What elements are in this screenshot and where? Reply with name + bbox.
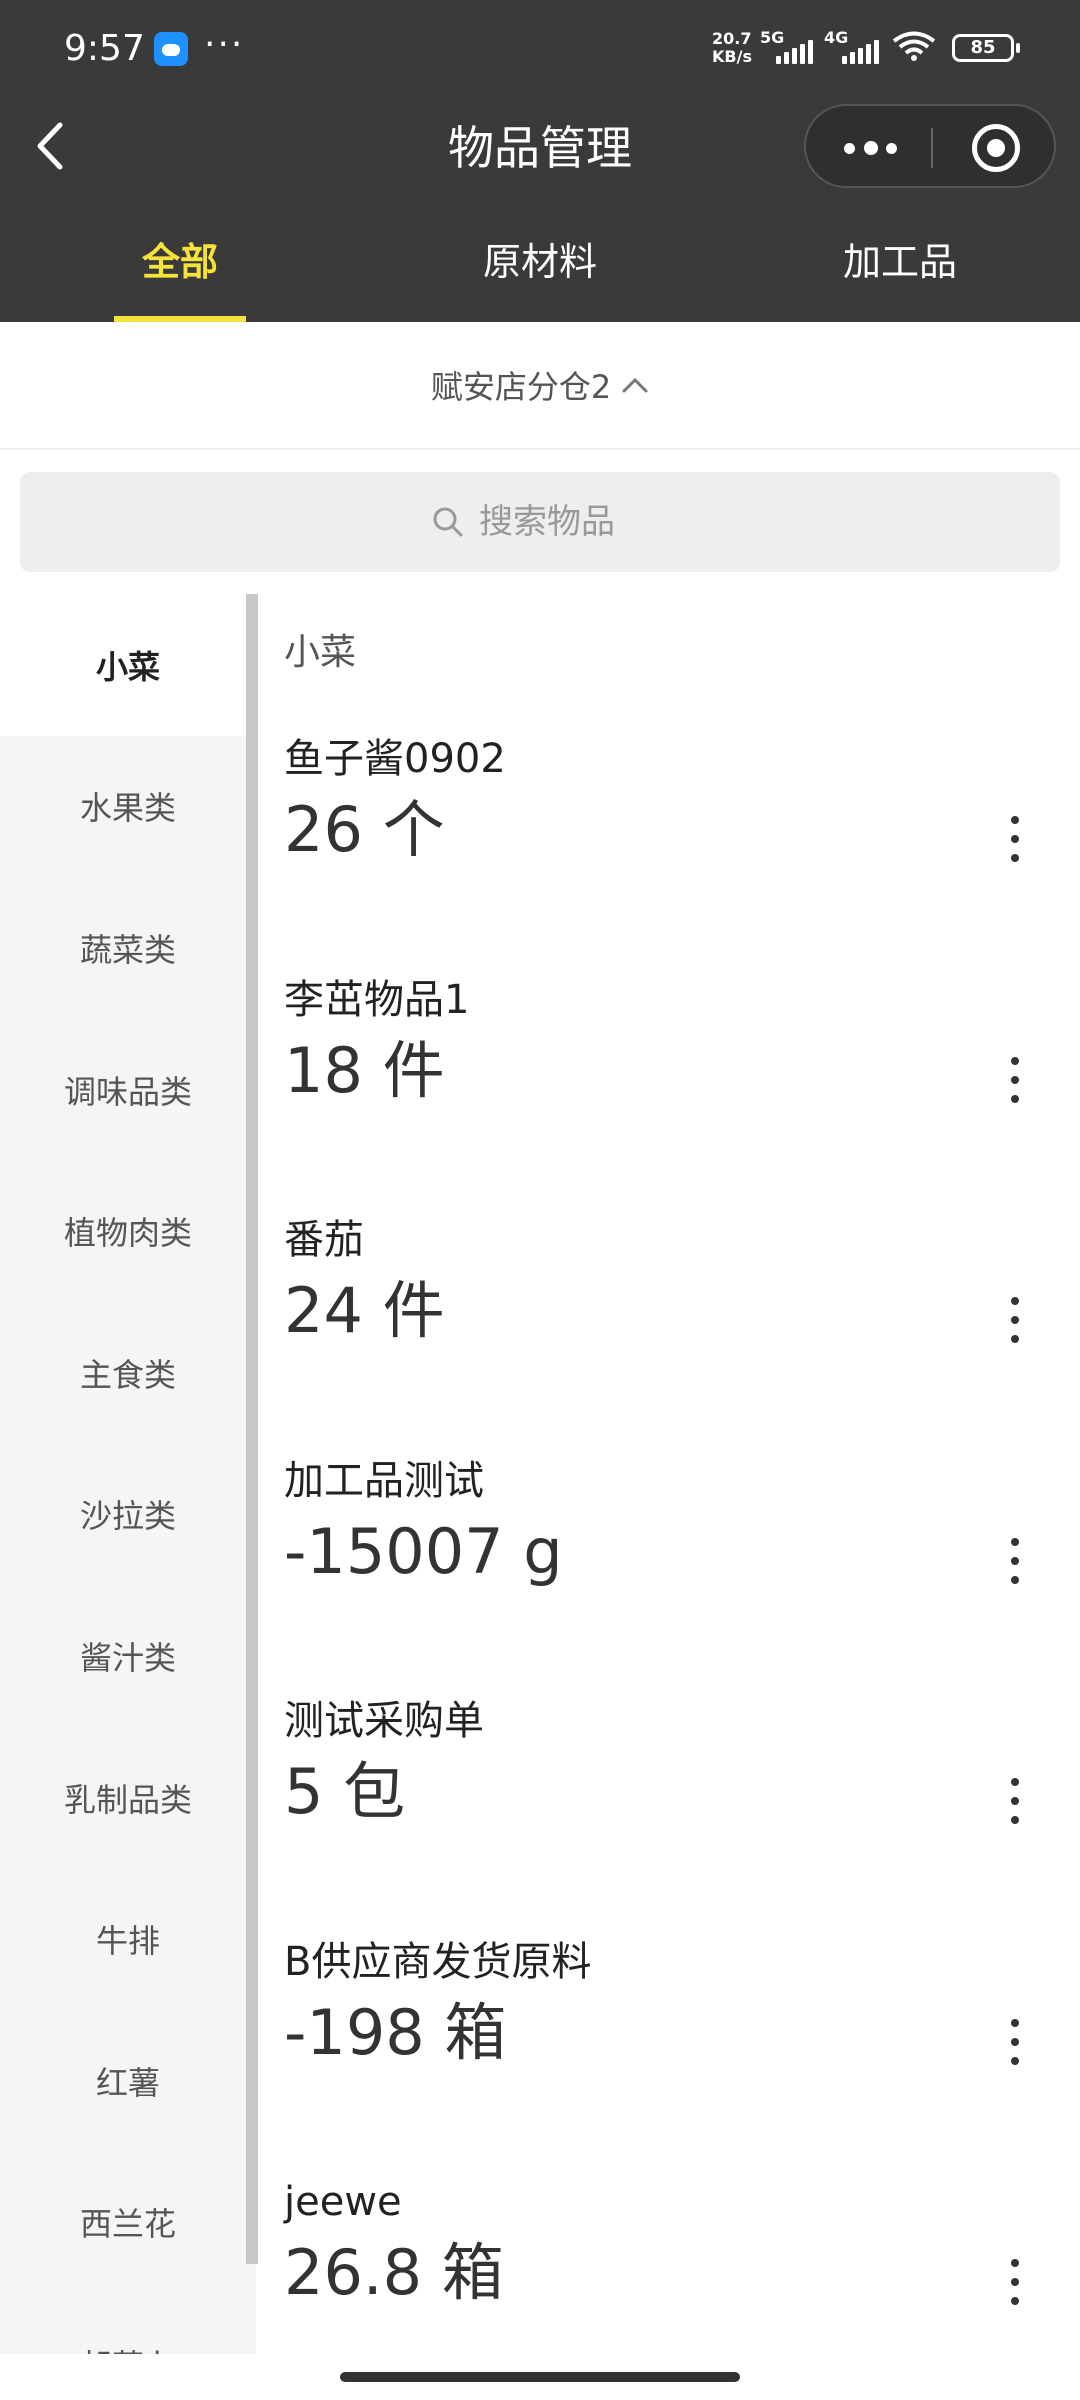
net-speed: 20.7 KB/s — [712, 30, 752, 66]
capsule-divider — [931, 128, 933, 168]
item-more-icon[interactable] — [1008, 1778, 1022, 1824]
item-quantity: 5 包 — [284, 1755, 406, 1828]
item-quantity: -198 箱 — [284, 1995, 507, 2069]
item-name: 番茄 — [284, 1217, 364, 1263]
sidebar-item-plant-meat[interactable]: 植物肉类 — [0, 1160, 256, 1302]
sidebar-item-dairy[interactable]: 乳制品类 — [0, 1727, 256, 1869]
item-list: 小菜 鱼子酱0902 26 个 李茁物品1 18 件 番茄 24 件 加工品测试… — [258, 594, 1080, 2354]
item-more-icon[interactable] — [1008, 1537, 1022, 1584]
search-input[interactable] — [479, 502, 649, 542]
signal-bars-icon-2 — [842, 40, 882, 64]
tab-raw-materials[interactable]: 原材料 — [360, 222, 720, 322]
list-item[interactable]: jeewe 26.8 箱 — [258, 2147, 1080, 2354]
status-time: 9:57 — [64, 28, 145, 69]
cloud-app-icon — [154, 32, 188, 66]
battery-indicator: 85 — [952, 34, 1020, 62]
warehouse-label: 赋安店分仓2 — [430, 368, 612, 406]
category-tabs: 全部 原材料 加工品 — [0, 222, 1080, 322]
sidebar-item-seasonings[interactable]: 调味品类 — [0, 1019, 256, 1161]
sidebar-item-broccoli[interactable]: 西兰花 — [0, 2152, 256, 2294]
net-speed-unit: KB/s — [712, 47, 752, 66]
status-bar: 9:57 ··· 20.7 KB/s 5G 4G 85 — [0, 0, 1080, 100]
item-quantity: 26 个 — [284, 793, 445, 866]
sidebar-item-vegetables[interactable]: 蔬菜类 — [0, 877, 256, 1019]
search-bar[interactable] — [20, 472, 1060, 572]
item-more-icon[interactable] — [1008, 2018, 1022, 2065]
home-indicator[interactable] — [340, 2372, 740, 2382]
sidebar-item-sauces[interactable]: 酱汁类 — [0, 1585, 256, 1727]
item-name: jeewe — [284, 2179, 402, 2225]
list-item[interactable]: 李茁物品1 18 件 — [258, 945, 1080, 1186]
list-section-title: 小菜 — [284, 632, 357, 673]
signal-bars-icon — [776, 40, 816, 64]
item-name: 加工品测试 — [284, 1457, 484, 1504]
miniprogram-capsule — [804, 104, 1056, 188]
item-quantity: 18 件 — [284, 1033, 445, 1107]
chevron-up-icon — [622, 377, 648, 393]
close-miniprogram-button[interactable] — [972, 124, 1020, 172]
tab-processed-goods[interactable]: 加工品 — [720, 222, 1080, 322]
sidebar-item-salads[interactable]: 沙拉类 — [0, 1444, 256, 1586]
list-item[interactable]: 加工品测试 -15007 g — [258, 1426, 1080, 1667]
item-quantity: 26.8 箱 — [284, 2236, 504, 2309]
tab-all[interactable]: 全部 — [0, 222, 360, 322]
sidebar-item-sweet-potato[interactable]: 红薯 — [0, 2010, 256, 2152]
list-item[interactable]: 番茄 24 件 — [258, 1185, 1080, 1426]
wifi-icon — [892, 31, 936, 61]
item-more-icon[interactable] — [1008, 2259, 1022, 2305]
item-name: 测试采购单 — [284, 1698, 484, 1744]
warehouse-selector[interactable]: 赋安店分仓2 — [0, 322, 1080, 450]
sidebar-item-staples[interactable]: 主食类 — [0, 1302, 256, 1444]
item-more-icon[interactable] — [1008, 1056, 1022, 1103]
item-name: B供应商发货原料 — [284, 1938, 592, 1985]
sidebar-scrollbar[interactable] — [246, 594, 258, 2264]
item-name: 鱼子酱0902 — [284, 736, 506, 782]
sidebar-item-fruits[interactable]: 水果类 — [0, 736, 256, 878]
item-quantity: 24 件 — [284, 1274, 445, 1347]
list-item[interactable]: 鱼子酱0902 26 个 — [258, 704, 1080, 945]
sidebar-item-steak[interactable]: 牛排 — [0, 1868, 256, 2010]
list-item[interactable]: 测试采购单 5 包 — [258, 1666, 1080, 1907]
sidebar-item-side-dishes[interactable]: 小菜 — [0, 594, 256, 736]
item-more-icon[interactable] — [1008, 816, 1022, 862]
status-more: ··· — [204, 24, 245, 65]
category-sidebar: 小菜 水果类 蔬菜类 调味品类 植物肉类 主食类 沙拉类 酱汁类 乳制品类 牛排… — [0, 594, 256, 2354]
app-header: 9:57 ··· 20.7 KB/s 5G 4G 85 物品管理 全部 原材料 … — [0, 0, 1080, 322]
item-name: 李茁物品1 — [284, 976, 470, 1023]
search-icon — [433, 507, 463, 537]
net-speed-value: 20.7 — [712, 29, 752, 48]
list-item[interactable]: B供应商发货原料 -198 箱 — [258, 1907, 1080, 2148]
item-more-icon[interactable] — [1008, 1297, 1022, 1343]
sidebar-item-carrot[interactable]: 胡萝卜 — [0, 2293, 256, 2354]
item-quantity: -15007 g — [284, 1514, 563, 1588]
more-options-button[interactable] — [836, 128, 904, 168]
